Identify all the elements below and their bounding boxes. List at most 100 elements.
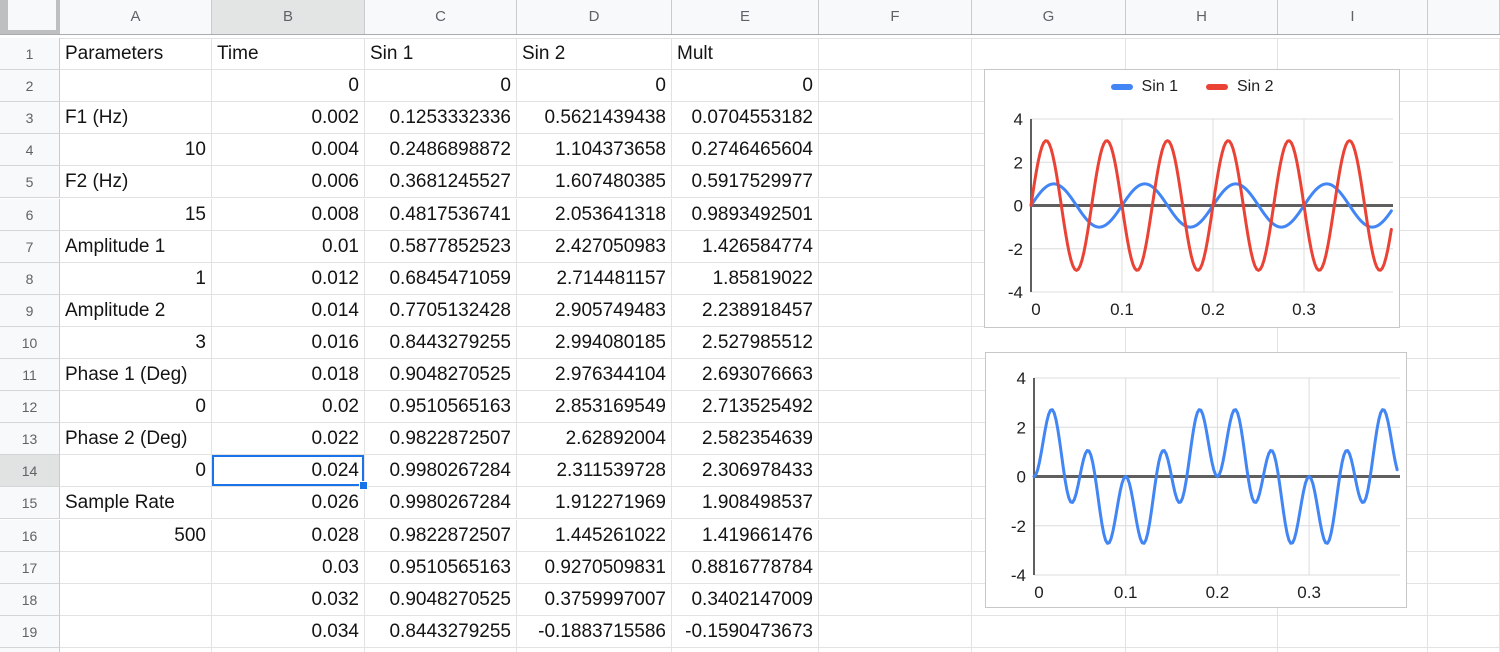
cell-C10[interactable]: 0.8443279255 — [365, 327, 517, 359]
cell-E18[interactable]: 0.3402147009 — [672, 584, 819, 616]
cell-F4[interactable] — [819, 134, 972, 166]
legend-item-sin-1[interactable]: Sin 1 — [1111, 78, 1178, 96]
row-header-12[interactable]: 12 — [0, 391, 60, 423]
row-header-6[interactable]: 6 — [0, 199, 60, 231]
cell-J3[interactable] — [1428, 102, 1500, 134]
cell-J18[interactable] — [1428, 584, 1500, 616]
cell-J12[interactable] — [1428, 391, 1500, 423]
cell-I19[interactable] — [1278, 616, 1428, 648]
cell-G19[interactable] — [972, 616, 1126, 648]
cell-F9[interactable] — [819, 295, 972, 327]
cell-E11[interactable]: 2.693076663 — [672, 359, 819, 391]
cell-A15[interactable]: Sample Rate — [60, 487, 212, 519]
cell-C5[interactable]: 0.3681245527 — [365, 166, 517, 198]
cell-J17[interactable] — [1428, 552, 1500, 584]
cell-B6[interactable]: 0.008 — [212, 199, 365, 231]
cell-E16[interactable]: 1.419661476 — [672, 520, 819, 552]
cell-E19[interactable]: -0.1590473673 — [672, 616, 819, 648]
cell-C18[interactable]: 0.9048270525 — [365, 584, 517, 616]
column-header-B[interactable]: B — [212, 0, 365, 34]
cell-F12[interactable] — [819, 391, 972, 423]
cell-B17[interactable]: 0.03 — [212, 552, 365, 584]
cell-J2[interactable] — [1428, 70, 1500, 102]
column-header-H[interactable]: H — [1126, 0, 1278, 34]
cell-A2[interactable] — [60, 70, 212, 102]
cell-F15[interactable] — [819, 487, 972, 519]
cell-J15[interactable] — [1428, 487, 1500, 519]
cell-F7[interactable] — [819, 231, 972, 263]
cell-F1[interactable] — [819, 38, 972, 70]
cell-J16[interactable] — [1428, 520, 1500, 552]
cell-F11[interactable] — [819, 359, 972, 391]
cell-J13[interactable] — [1428, 423, 1500, 455]
cell-E1[interactable]: Mult — [672, 38, 819, 70]
cell-J7[interactable] — [1428, 231, 1500, 263]
cell-E5[interactable]: 0.5917529977 — [672, 166, 819, 198]
cell-D14[interactable]: 2.311539728 — [517, 455, 672, 487]
row-header-19[interactable]: 19 — [0, 616, 60, 648]
column-header-D[interactable]: D — [517, 0, 672, 34]
cell-F20[interactable] — [819, 648, 972, 652]
cell-B13[interactable]: 0.022 — [212, 423, 365, 455]
cell-F2[interactable] — [819, 70, 972, 102]
cell-C9[interactable]: 0.7705132428 — [365, 295, 517, 327]
cell-E7[interactable]: 1.426584774 — [672, 231, 819, 263]
row-header-18[interactable]: 18 — [0, 584, 60, 616]
cell-D16[interactable]: 1.445261022 — [517, 520, 672, 552]
cell-A16[interactable]: 500 — [60, 520, 212, 552]
cell-A14[interactable]: 0 — [60, 455, 212, 487]
cell-E14[interactable]: 2.306978433 — [672, 455, 819, 487]
cell-C17[interactable]: 0.9510565163 — [365, 552, 517, 584]
row-header-2[interactable]: 2 — [0, 70, 60, 102]
cell-C3[interactable]: 0.1253332336 — [365, 102, 517, 134]
cell-F6[interactable] — [819, 199, 972, 231]
cell-D8[interactable]: 2.714481157 — [517, 263, 672, 295]
cell-C16[interactable]: 0.9822872507 — [365, 520, 517, 552]
cell-H20[interactable] — [1126, 648, 1278, 652]
cell-F3[interactable] — [819, 102, 972, 134]
cell-B19[interactable]: 0.034 — [212, 616, 365, 648]
cell-D10[interactable]: 2.994080185 — [517, 327, 672, 359]
cell-E2[interactable]: 0 — [672, 70, 819, 102]
cell-E10[interactable]: 2.527985512 — [672, 327, 819, 359]
cell-F19[interactable] — [819, 616, 972, 648]
row-header-11[interactable]: 11 — [0, 359, 60, 391]
cell-F8[interactable] — [819, 263, 972, 295]
cell-B10[interactable]: 0.016 — [212, 327, 365, 359]
cell-J19[interactable] — [1428, 616, 1500, 648]
cell-B3[interactable]: 0.002 — [212, 102, 365, 134]
cell-F17[interactable] — [819, 552, 972, 584]
cell-B16[interactable]: 0.028 — [212, 520, 365, 552]
cell-C1[interactable]: Sin 1 — [365, 38, 517, 70]
cell-C6[interactable]: 0.4817536741 — [365, 199, 517, 231]
cell-B15[interactable]: 0.026 — [212, 487, 365, 519]
cell-C19[interactable]: 0.8443279255 — [365, 616, 517, 648]
cell-J20[interactable] — [1428, 648, 1500, 652]
cell-J11[interactable] — [1428, 359, 1500, 391]
cell-C12[interactable]: 0.9510565163 — [365, 391, 517, 423]
cell-D7[interactable]: 2.427050983 — [517, 231, 672, 263]
cell-D3[interactable]: 0.5621439438 — [517, 102, 672, 134]
fill-handle[interactable] — [359, 481, 368, 490]
row-header-14[interactable]: 14 — [0, 455, 60, 487]
cell-E20[interactable] — [672, 648, 819, 652]
cell-F18[interactable] — [819, 584, 972, 616]
cell-B9[interactable]: 0.014 — [212, 295, 365, 327]
cell-E15[interactable]: 1.908498537 — [672, 487, 819, 519]
cell-A1[interactable]: Parameters — [60, 38, 212, 70]
cell-A19[interactable] — [60, 616, 212, 648]
cell-E6[interactable]: 0.9893492501 — [672, 199, 819, 231]
cell-H1[interactable] — [1126, 38, 1278, 70]
cell-H19[interactable] — [1126, 616, 1278, 648]
cell-F10[interactable] — [819, 327, 972, 359]
cell-C8[interactable]: 0.6845471059 — [365, 263, 517, 295]
cell-J1[interactable] — [1428, 38, 1500, 70]
cell-B14[interactable]: 0.024 — [212, 455, 365, 487]
cell-G20[interactable] — [972, 648, 1126, 652]
row-header-17[interactable]: 17 — [0, 552, 60, 584]
row-header-9[interactable]: 9 — [0, 295, 60, 327]
sine-waves-chart[interactable]: 420-2-400.10.20.3Sin 1Sin 2 — [984, 69, 1400, 328]
row-header-15[interactable]: 15 — [0, 487, 60, 519]
cell-D4[interactable]: 1.104373658 — [517, 134, 672, 166]
cell-A20[interactable] — [60, 648, 212, 652]
